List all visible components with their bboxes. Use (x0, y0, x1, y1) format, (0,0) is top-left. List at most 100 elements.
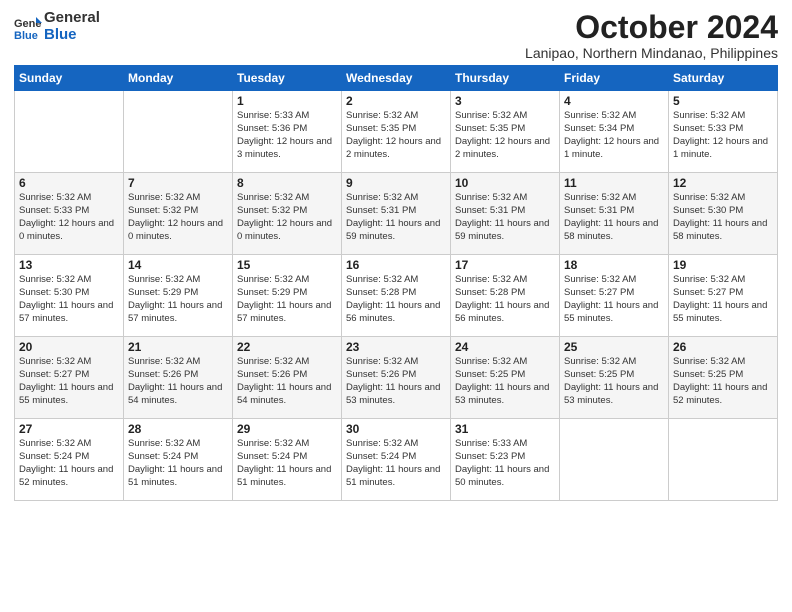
col-saturday: Saturday (669, 66, 778, 91)
logo-blue-text: Blue (44, 27, 100, 44)
day-number: 3 (455, 94, 555, 108)
day-number: 7 (128, 176, 228, 190)
table-row: 28 Sunrise: 5:32 AM Sunset: 5:24 PM Dayli… (124, 419, 233, 501)
day-info: Sunrise: 5:32 AM Sunset: 5:24 PM Dayligh… (19, 438, 119, 489)
day-info: Sunrise: 5:32 AM Sunset: 5:26 PM Dayligh… (237, 356, 337, 407)
table-row: 20Sunrise: 5:32 AM Sunset: 5:27 PM Dayli… (15, 337, 124, 419)
table-row: 12 Sunrise: 5:32 AM Sunset: 5:30 PM Dayli… (669, 173, 778, 255)
table-row: 24 Sunrise: 5:32 AM Sunset: 5:25 PM Dayli… (451, 337, 560, 419)
day-info: Sunrise: 5:32 AM Sunset: 5:30 PM Dayligh… (19, 274, 119, 325)
table-row: 26 Sunrise: 5:32 AM Sunset: 5:25 PM Dayli… (669, 337, 778, 419)
day-info: Sunrise: 5:32 AM Sunset: 5:27 PM Dayligh… (673, 274, 773, 325)
col-friday: Friday (560, 66, 669, 91)
day-number: 2 (346, 94, 446, 108)
table-row (560, 419, 669, 501)
day-number: 24 (455, 340, 555, 354)
day-number: 9 (346, 176, 446, 190)
table-row (15, 91, 124, 173)
svg-text:Blue: Blue (14, 30, 38, 41)
table-row: 2 Sunrise: 5:32 AM Sunset: 5:35 PM Daylig… (342, 91, 451, 173)
col-wednesday: Wednesday (342, 66, 451, 91)
day-number: 30 (346, 422, 446, 436)
calendar-week-4: 20Sunrise: 5:32 AM Sunset: 5:27 PM Dayli… (15, 337, 778, 419)
table-row: 29 Sunrise: 5:32 AM Sunset: 5:24 PM Dayli… (233, 419, 342, 501)
day-info: Sunrise: 5:32 AM Sunset: 5:29 PM Dayligh… (237, 274, 337, 325)
day-info: Sunrise: 5:32 AM Sunset: 5:24 PM Dayligh… (237, 438, 337, 489)
table-row: 30 Sunrise: 5:32 AM Sunset: 5:24 PM Dayli… (342, 419, 451, 501)
day-info: Sunrise: 5:32 AM Sunset: 5:31 PM Dayligh… (455, 192, 555, 243)
table-row: 3Sunrise: 5:32 AM Sunset: 5:35 PM Daylig… (451, 91, 560, 173)
table-row: 10 Sunrise: 5:32 AM Sunset: 5:31 PM Dayli… (451, 173, 560, 255)
table-row: 25 Sunrise: 5:32 AM Sunset: 5:25 PM Dayli… (560, 337, 669, 419)
day-info: Sunrise: 5:32 AM Sunset: 5:27 PM Dayligh… (564, 274, 664, 325)
page: General Blue General Blue October 2024 L… (0, 0, 792, 612)
day-info: Sunrise: 5:32 AM Sunset: 5:24 PM Dayligh… (346, 438, 446, 489)
day-number: 14 (128, 258, 228, 272)
day-info: Sunrise: 5:32 AM Sunset: 5:31 PM Dayligh… (564, 192, 664, 243)
table-row: 17 Sunrise: 5:32 AM Sunset: 5:28 PM Dayli… (451, 255, 560, 337)
day-number: 13 (19, 258, 119, 272)
day-number: 26 (673, 340, 773, 354)
table-row: 19 Sunrise: 5:32 AM Sunset: 5:27 PM Dayli… (669, 255, 778, 337)
day-number: 17 (455, 258, 555, 272)
table-row: 15 Sunrise: 5:32 AM Sunset: 5:29 PM Dayli… (233, 255, 342, 337)
col-thursday: Thursday (451, 66, 560, 91)
table-row: 23Sunrise: 5:32 AM Sunset: 5:26 PM Dayli… (342, 337, 451, 419)
table-row (124, 91, 233, 173)
day-number: 18 (564, 258, 664, 272)
day-info: Sunrise: 5:32 AM Sunset: 5:25 PM Dayligh… (673, 356, 773, 407)
calendar-week-1: 1Sunrise: 5:33 AM Sunset: 5:36 PM Daylig… (15, 91, 778, 173)
day-number: 11 (564, 176, 664, 190)
table-row: 18 Sunrise: 5:32 AM Sunset: 5:27 PM Dayli… (560, 255, 669, 337)
day-number: 1 (237, 94, 337, 108)
day-info: Sunrise: 5:32 AM Sunset: 5:28 PM Dayligh… (346, 274, 446, 325)
table-row: 27 Sunrise: 5:32 AM Sunset: 5:24 PM Dayli… (15, 419, 124, 501)
calendar-week-5: 27 Sunrise: 5:32 AM Sunset: 5:24 PM Dayli… (15, 419, 778, 501)
calendar-week-2: 6Sunrise: 5:32 AM Sunset: 5:33 PM Daylig… (15, 173, 778, 255)
logo: General Blue General Blue (14, 10, 100, 43)
table-row: 8 Sunrise: 5:32 AM Sunset: 5:32 PM Daylig… (233, 173, 342, 255)
day-info: Sunrise: 5:32 AM Sunset: 5:25 PM Dayligh… (455, 356, 555, 407)
day-number: 31 (455, 422, 555, 436)
logo-text: General Blue (44, 10, 100, 43)
table-row: 6Sunrise: 5:32 AM Sunset: 5:33 PM Daylig… (15, 173, 124, 255)
day-info: Sunrise: 5:32 AM Sunset: 5:25 PM Dayligh… (564, 356, 664, 407)
day-number: 21 (128, 340, 228, 354)
col-tuesday: Tuesday (233, 66, 342, 91)
day-info: Sunrise: 5:32 AM Sunset: 5:27 PM Dayligh… (19, 356, 119, 407)
day-info: Sunrise: 5:32 AM Sunset: 5:26 PM Dayligh… (346, 356, 446, 407)
day-info: Sunrise: 5:32 AM Sunset: 5:34 PM Dayligh… (564, 110, 664, 161)
day-number: 29 (237, 422, 337, 436)
day-number: 27 (19, 422, 119, 436)
day-number: 5 (673, 94, 773, 108)
day-number: 28 (128, 422, 228, 436)
day-info: Sunrise: 5:32 AM Sunset: 5:33 PM Dayligh… (673, 110, 773, 161)
day-number: 22 (237, 340, 337, 354)
day-info: Sunrise: 5:33 AM Sunset: 5:23 PM Dayligh… (455, 438, 555, 489)
day-info: Sunrise: 5:32 AM Sunset: 5:32 PM Dayligh… (128, 192, 228, 243)
table-row: 14 Sunrise: 5:32 AM Sunset: 5:29 PM Dayli… (124, 255, 233, 337)
day-number: 25 (564, 340, 664, 354)
day-number: 15 (237, 258, 337, 272)
day-info: Sunrise: 5:32 AM Sunset: 5:30 PM Dayligh… (673, 192, 773, 243)
day-number: 12 (673, 176, 773, 190)
day-info: Sunrise: 5:32 AM Sunset: 5:29 PM Dayligh… (128, 274, 228, 325)
table-row: 4 Sunrise: 5:32 AM Sunset: 5:34 PM Daylig… (560, 91, 669, 173)
day-info: Sunrise: 5:32 AM Sunset: 5:32 PM Dayligh… (237, 192, 337, 243)
day-info: Sunrise: 5:32 AM Sunset: 5:28 PM Dayligh… (455, 274, 555, 325)
day-info: Sunrise: 5:32 AM Sunset: 5:24 PM Dayligh… (128, 438, 228, 489)
table-row: 16 Sunrise: 5:32 AM Sunset: 5:28 PM Dayli… (342, 255, 451, 337)
month-title: October 2024 (525, 10, 778, 45)
title-block: October 2024 Lanipao, Northern Mindanao,… (525, 10, 778, 61)
day-number: 10 (455, 176, 555, 190)
table-row: 11 Sunrise: 5:32 AM Sunset: 5:31 PM Dayli… (560, 173, 669, 255)
day-number: 4 (564, 94, 664, 108)
table-row: 5 Sunrise: 5:32 AM Sunset: 5:33 PM Daylig… (669, 91, 778, 173)
day-number: 8 (237, 176, 337, 190)
day-info: Sunrise: 5:32 AM Sunset: 5:35 PM Dayligh… (346, 110, 446, 161)
day-info: Sunrise: 5:32 AM Sunset: 5:33 PM Dayligh… (19, 192, 119, 243)
table-row (669, 419, 778, 501)
day-number: 16 (346, 258, 446, 272)
col-sunday: Sunday (15, 66, 124, 91)
day-number: 19 (673, 258, 773, 272)
